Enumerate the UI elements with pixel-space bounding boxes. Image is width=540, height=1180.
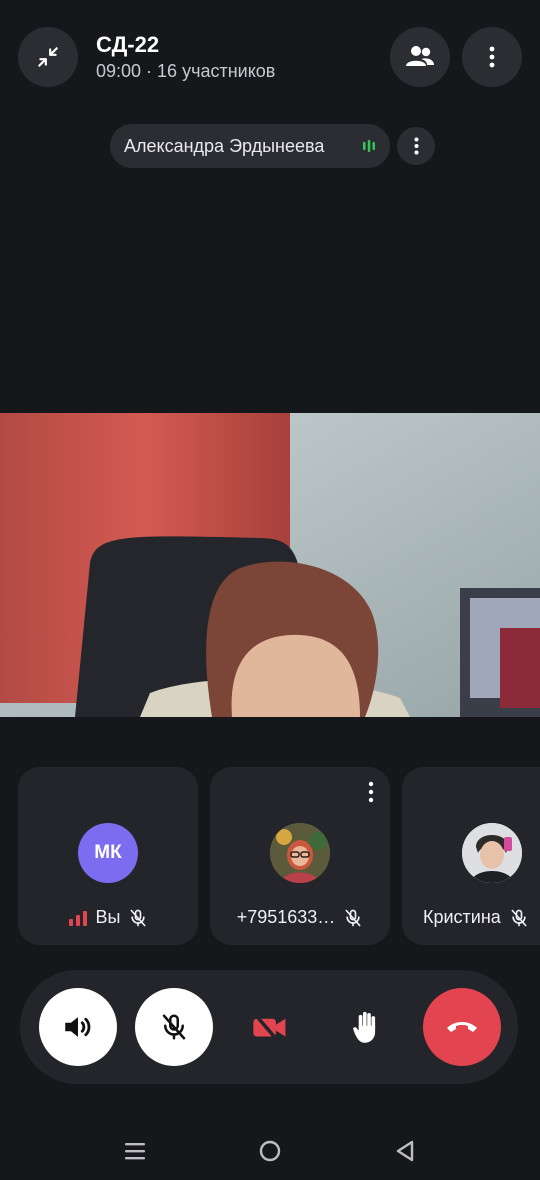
mic-off-icon	[511, 909, 527, 926]
avatar	[462, 823, 522, 883]
participants-icon	[406, 46, 434, 66]
avatar	[270, 823, 330, 883]
active-speaker-name: Александра Эрдынеева	[124, 135, 325, 156]
speaking-indicator-icon	[363, 140, 375, 152]
signal-strength-icon	[68, 910, 87, 926]
participants-button[interactable]	[390, 27, 450, 87]
minimize-button[interactable]	[18, 27, 78, 87]
speaker-button[interactable]	[39, 988, 117, 1066]
call-controls	[20, 970, 518, 1084]
more-vertical-icon	[368, 781, 374, 803]
main-video-feed	[0, 413, 540, 717]
active-speaker-pill[interactable]: Александра Эрдынеева	[110, 124, 390, 168]
speaker-icon	[65, 1017, 91, 1037]
participant-tile-self[interactable]: МК Вы	[18, 767, 198, 945]
more-button[interactable]	[462, 27, 522, 87]
avatar-initials: МК	[94, 842, 122, 863]
microphone-button[interactable]	[135, 988, 213, 1066]
participant-more-button[interactable]	[368, 781, 374, 808]
participant-name: +7951633…	[236, 907, 336, 927]
raise-hand-button[interactable]	[327, 988, 405, 1066]
participant-name: Кристина	[423, 907, 501, 927]
avatar: МК	[78, 823, 138, 883]
mic-off-icon	[130, 909, 146, 926]
phone-hangup-icon	[447, 1022, 477, 1032]
recent-apps-icon	[125, 1143, 145, 1160]
participant-tile-2[interactable]: +7951633…	[210, 767, 390, 945]
more-vertical-icon	[414, 137, 418, 155]
participant-tile-3[interactable]: Кристина	[402, 767, 540, 945]
back-button[interactable]	[390, 1136, 420, 1166]
home-button[interactable]	[255, 1136, 285, 1166]
home-icon	[259, 1140, 281, 1162]
recent-apps-button[interactable]	[120, 1136, 150, 1166]
participant-name: Вы	[95, 907, 121, 927]
hand-icon	[353, 1011, 376, 1043]
call-subtitle: 09:00 · 16 участников	[96, 61, 276, 81]
camera-button[interactable]	[231, 988, 309, 1066]
more-vertical-icon	[489, 46, 495, 68]
system-navigation-bar	[0, 1118, 540, 1180]
mic-off-icon	[345, 909, 361, 926]
camera-off-icon	[253, 1013, 286, 1042]
call-title: СД-22	[96, 32, 160, 57]
mic-off-icon	[162, 1014, 186, 1040]
back-icon	[396, 1140, 414, 1162]
end-call-button[interactable]	[423, 988, 501, 1066]
minimize-icon	[38, 47, 58, 67]
speaker-more-button[interactable]	[397, 127, 435, 165]
